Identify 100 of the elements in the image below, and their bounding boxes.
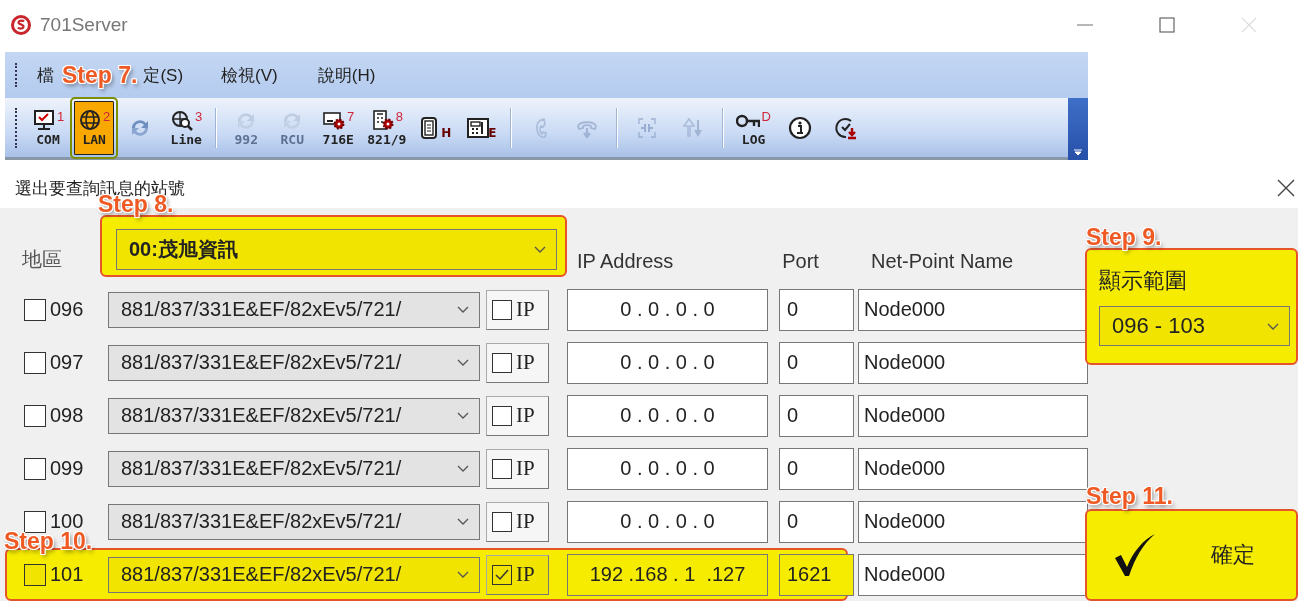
port-field[interactable]: 0 — [779, 500, 854, 543]
icon-letter: H — [441, 125, 452, 140]
toolbar-button[interactable]: D LOG — [733, 100, 774, 155]
name-field[interactable]: Node000 — [858, 394, 1088, 437]
ip-toggle-button[interactable]: IP — [486, 554, 549, 595]
window-title: 701Server — [40, 14, 129, 36]
chevron-down-icon — [457, 571, 469, 578]
port-field[interactable]: 0 — [779, 341, 854, 384]
region-label: 地區 — [21, 247, 63, 272]
port-field[interactable]: 0 — [779, 394, 854, 437]
dropdown-value: 881/837/331E&EF/82xEv5/721/ — [121, 351, 402, 374]
checkbox[interactable] — [492, 352, 512, 373]
device-dropdown[interactable]: 881/837/331E&EF/82xEv5/721/ — [108, 291, 480, 328]
name-field[interactable]: Node000 — [858, 341, 1088, 384]
globe-icon — [78, 109, 102, 133]
device-dropdown[interactable]: 881/837/331E&EF/82xEv5/721/ — [108, 344, 480, 381]
checkbox[interactable] — [24, 510, 46, 533]
button-label: IP — [516, 509, 535, 534]
chevron-down-icon — [457, 306, 469, 313]
chevron-down-icon — [457, 359, 469, 366]
name-field[interactable]: Node000 — [858, 288, 1088, 331]
clock-download-icon — [833, 115, 858, 140]
checkbox[interactable] — [492, 299, 512, 320]
checkbox[interactable] — [492, 564, 512, 585]
dropdown-value: 096 - 103 — [1112, 313, 1205, 339]
ip-address-field[interactable]: 0 . 0 . 0 . 0 — [567, 341, 768, 384]
menu-item[interactable]: 定(S) — [143, 63, 184, 87]
station-number: 099 — [50, 457, 85, 480]
globe-search-icon — [170, 109, 195, 133]
station-number: 101 — [50, 563, 85, 586]
name-field[interactable]: Node000 — [858, 553, 1088, 596]
dropdown-arrow-icon — [1073, 149, 1083, 156]
maximize-icon[interactable] — [1158, 16, 1176, 34]
column-header: Net-Point Name — [870, 250, 1015, 273]
badge-number: 1 — [56, 109, 65, 124]
checkbox[interactable] — [492, 405, 512, 426]
device-dropdown[interactable]: 881/837/331E&EF/82xEv5/721/ — [108, 450, 480, 487]
ip-toggle-button[interactable]: IP — [486, 342, 549, 383]
phone-keypad-icon — [466, 115, 491, 140]
checkbox[interactable] — [24, 404, 46, 427]
button-label: IP — [516, 350, 535, 375]
toolbar-button[interactable]: 8 821/9 — [364, 100, 410, 155]
device-dropdown[interactable]: 881/837/331E&EF/82xEv5/721/ — [108, 556, 480, 593]
toolbar-button[interactable]: 7 716E — [318, 100, 359, 155]
range-dropdown[interactable]: 096 - 103 — [1099, 306, 1290, 346]
step-label: Step 9. — [1086, 226, 1162, 249]
station-number: 096 — [50, 298, 85, 321]
toolbar-button[interactable]: 1 COM — [28, 100, 68, 155]
port-field[interactable]: 0 — [779, 288, 854, 331]
ip-address-field[interactable]: 0 . 0 . 0 . 0 — [567, 500, 768, 543]
ip-address-field[interactable]: 0 . 0 . 0 . 0 — [567, 394, 768, 437]
toolbar-label: 821/9 — [367, 133, 407, 146]
checkbox[interactable] — [24, 457, 46, 480]
port-field[interactable]: 1621 — [779, 553, 854, 596]
close-icon[interactable] — [1276, 178, 1296, 198]
name-field[interactable]: Node000 — [858, 447, 1088, 490]
menu-item[interactable]: 檢視(V) — [221, 63, 278, 87]
checkbox[interactable] — [24, 298, 46, 321]
info-icon — [787, 115, 812, 140]
button-label: 確定 — [1211, 541, 1255, 569]
chevron-down-icon — [457, 412, 469, 419]
chevron-down-icon — [457, 518, 469, 525]
dropdown-value: 881/837/331E&EF/82xEv5/721/ — [121, 298, 402, 321]
badge-number: D — [761, 109, 771, 124]
toolbar-button[interactable]: E — [461, 100, 502, 155]
checkbox[interactable] — [492, 511, 512, 532]
ip-address-field[interactable]: 0 . 0 . 0 . 0 — [567, 447, 768, 490]
dropdown-value: 881/837/331E&EF/82xEv5/721/ — [121, 563, 402, 586]
ip-address-field[interactable]: 192 .168 . 1 .127 — [567, 553, 768, 596]
dropdown-value: 00:茂旭資訊 — [129, 237, 238, 262]
ip-toggle-button[interactable]: IP — [486, 448, 549, 489]
badge-number: 2 — [103, 109, 111, 124]
menu-item[interactable]: 說明(H) — [317, 63, 376, 87]
ip-address-field[interactable]: 0 . 0 . 0 . 0 — [567, 288, 768, 331]
step-label: Step 11. — [1086, 485, 1173, 508]
device-dropdown[interactable]: 881/837/331E&EF/82xEv5/721/ — [108, 503, 480, 540]
step-label: Step 10. — [4, 530, 93, 553]
device-dropdown[interactable]: 881/837/331E&EF/82xEv5/721/ — [108, 397, 480, 434]
checkbox[interactable] — [24, 563, 46, 586]
toolbar-overflow-button[interactable] — [1068, 98, 1088, 160]
ok-button[interactable]: 確定 — [1085, 509, 1298, 601]
ip-toggle-button[interactable]: IP — [486, 289, 549, 330]
ip-toggle-button[interactable]: IP — [486, 501, 549, 542]
checkbox[interactable] — [492, 458, 512, 479]
column-header: Port — [782, 250, 820, 273]
column-header: IP Address — [577, 250, 675, 273]
ip-toggle-button[interactable]: IP — [486, 395, 549, 436]
toolbar-button[interactable]: 3 Line — [166, 100, 207, 155]
dropdown-value: 881/837/331E&EF/82xEv5/721/ — [121, 404, 402, 427]
name-field[interactable]: Node000 — [858, 500, 1088, 543]
port-field[interactable]: 0 — [779, 447, 854, 490]
dropdown-value: 881/837/331E&EF/82xEv5/721/ — [121, 457, 402, 480]
menu-item[interactable]: 檔 — [37, 63, 54, 87]
app-logo-icon — [10, 14, 32, 36]
checkbox[interactable] — [24, 351, 46, 374]
step-label: Step 7. — [62, 63, 138, 87]
station-number: 097 — [50, 351, 85, 374]
toolbar-button[interactable]: H — [415, 100, 456, 155]
station-number: 098 — [50, 404, 85, 427]
region-dropdown[interactable]: 00:茂旭資訊 — [116, 229, 557, 270]
